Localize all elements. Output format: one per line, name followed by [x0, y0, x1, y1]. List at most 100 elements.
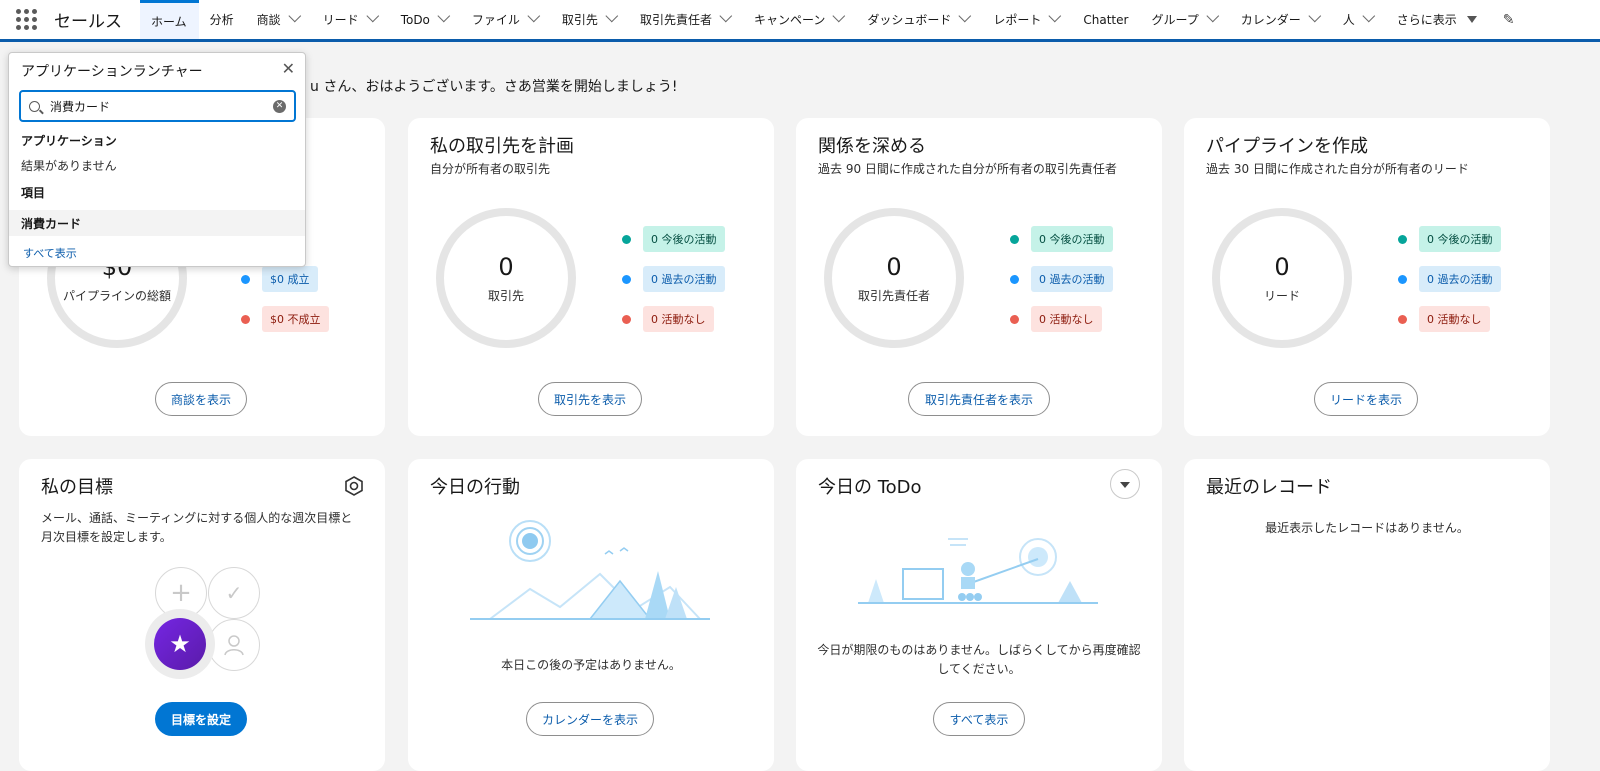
chevron-down-icon[interactable] [719, 9, 733, 23]
todo-card: 今日の ToDo 今日が期限のものはありません。しばらくしてから再度確認してくだ… [796, 459, 1162, 771]
todo-empty-text: 今日が期限のものはありません。しばらくしてから再度確認してください。 [817, 643, 1141, 676]
accounts-count: 0 [498, 252, 514, 281]
legend-dot [1010, 274, 1019, 284]
chevron-down-icon[interactable] [958, 9, 972, 23]
nav-item[interactable]: さらに表示 [1386, 0, 1489, 39]
todo-menu-chevron-down-icon[interactable] [1110, 469, 1140, 499]
goals-description: メール、通話、ミーティングに対する個人的な週次目標と月次目標を設定します。 [41, 511, 353, 544]
goals-card: 私の目標 メール、通話、ミーティングに対する個人的な週次目標と月次目標を設定しま… [19, 459, 385, 771]
accounts-ring: 0 取引先 [436, 208, 576, 348]
recent-empty-text: 最近表示したレコードはありません。 [1265, 521, 1469, 535]
card-title: パイプラインを作成 [1206, 136, 1368, 157]
none-pill: 0 活動なし [643, 306, 714, 332]
nav-item[interactable]: Chatter [1072, 0, 1140, 39]
app-name: セールス [54, 12, 122, 32]
events-card: 今日の行動 本日この後の予定はありません。 カレンダーを表示 [408, 459, 774, 771]
nav-item[interactable]: レポート [982, 0, 1072, 39]
nav-item-label: ファイル [471, 13, 520, 27]
chevron-down-icon[interactable] [288, 9, 301, 23]
global-nav: セールス ホーム 分析 商談 リード ToDo ファイル 取引先 取引先責任者 キャンペーン ダッ… [0, 0, 1600, 42]
show-all-link[interactable]: すべて表示 [23, 245, 77, 261]
nav-item[interactable]: ファイル [461, 0, 551, 39]
chevron-down-icon[interactable] [1308, 9, 1321, 23]
nav-item-label: ダッシュボード [867, 13, 952, 27]
nav-item[interactable]: 分析 [199, 0, 246, 39]
lost-pill: $0 不成立 [262, 306, 329, 332]
clear-search-icon[interactable]: ✕ [273, 100, 286, 113]
launcher-search-box[interactable]: ✕ [19, 90, 296, 122]
upcoming-pill: 0 今後の活動 [1419, 226, 1501, 252]
launcher-result-item[interactable]: 消費カード [9, 210, 305, 236]
card-title: 最近のレコード [1206, 477, 1332, 498]
edit-nav-pencil-icon[interactable]: ✎ [1503, 12, 1515, 28]
accounts-legend: 0 今後の活動 0 過去の活動 0 活動なし [622, 226, 725, 346]
leads-ring: 0 リード [1212, 208, 1352, 348]
nav-item-label: さらに表示 [1396, 13, 1457, 27]
launcher-search-input[interactable] [50, 99, 260, 113]
nav-item[interactable]: 人 [1332, 0, 1386, 39]
recent-records-card: 最近のレコード 最近表示したレコードはありません。 [1184, 459, 1550, 771]
goal-person-icon [208, 619, 260, 671]
view-calendar-button[interactable]: カレンダーを表示 [526, 702, 654, 736]
greeting-text: u さん、おはようございます。さあ営業を開始しましょう! [310, 79, 678, 95]
app-launcher-icon[interactable] [16, 8, 38, 31]
set-goals-button[interactable]: 目標を設定 [155, 702, 247, 736]
contacts-ring-label: 取引先責任者 [857, 288, 930, 303]
apps-heading: アプリケーション [21, 134, 117, 148]
nav-item[interactable]: 取引先責任者 [629, 0, 743, 39]
lounge-illustration [858, 529, 1098, 613]
launcher-title: アプリケーションランチャー [21, 64, 203, 80]
leads-count: 0 [1274, 252, 1290, 281]
chevron-down-icon[interactable] [605, 9, 619, 23]
accounts-ring-label: 取引先 [487, 288, 524, 303]
card-title: 私の取引先を計画 [430, 136, 574, 157]
card-subtitle: 過去 90 日間に作成された自分が所有者の取引先責任者 [818, 162, 1117, 176]
nav-item-label: カレンダー [1240, 13, 1301, 27]
nav-item[interactable]: ホーム [140, 0, 199, 39]
nav-item[interactable]: グループ [1140, 0, 1229, 39]
chevron-down-icon[interactable] [832, 9, 846, 23]
legend-dot [622, 234, 631, 244]
nav-item-label: 商談 [256, 13, 281, 27]
nav-item-label: リード [322, 13, 359, 27]
none-pill: 0 活動なし [1419, 306, 1490, 332]
chevron-down-icon[interactable] [1466, 16, 1477, 23]
items-heading: 項目 [21, 186, 46, 200]
legend-dot [622, 314, 631, 324]
chevron-down-icon[interactable] [366, 9, 379, 23]
card-subtitle: 自分が所有者の取引先 [430, 162, 551, 176]
chevron-down-icon[interactable] [1048, 9, 1062, 23]
nav-item[interactable]: カレンダー [1230, 0, 1332, 39]
view-opportunities-button[interactable]: 商談を表示 [155, 382, 247, 416]
chevron-down-icon[interactable] [1362, 9, 1375, 23]
view-contacts-button[interactable]: 取引先責任者を表示 [908, 382, 1050, 416]
nav-item[interactable]: ToDo [390, 0, 461, 39]
camping-illustration [470, 519, 710, 633]
chevron-down-icon[interactable] [1206, 9, 1219, 23]
won-pill: $0 成立 [262, 266, 318, 292]
nav-item[interactable]: ダッシュボード [856, 0, 982, 39]
nav-item-label: グループ [1151, 13, 1199, 27]
nav-items: ホーム 分析 商談 リード ToDo ファイル 取引先 取引先責任者 キャンペーン ダッシュボード… [140, 0, 1489, 39]
nav-item[interactable]: リード [312, 0, 390, 39]
leads-legend: 0 今後の活動 0 過去の活動 0 活動なし [1398, 226, 1501, 346]
leads-ring-label: リード [1263, 288, 1300, 303]
nav-item[interactable]: 商談 [246, 0, 312, 39]
legend-dot [1398, 234, 1407, 244]
view-all-todo-button[interactable]: すべて表示 [933, 702, 1025, 736]
nav-item[interactable]: 取引先 [551, 0, 629, 39]
card-title: 今日の ToDo [818, 477, 922, 498]
nav-item-label: キャンペーン [753, 13, 826, 27]
card-title: 関係を深める [818, 136, 926, 157]
legend-dot [1010, 314, 1019, 324]
view-accounts-button[interactable]: 取引先を表示 [538, 382, 642, 416]
nav-item-label: ToDo [400, 12, 430, 27]
close-icon[interactable]: ✕ [282, 59, 295, 78]
goal-settings-gear-icon[interactable] [343, 475, 365, 497]
view-leads-button[interactable]: リードを表示 [1314, 382, 1418, 416]
chevron-down-icon[interactable] [437, 9, 451, 23]
nav-item[interactable]: キャンペーン [743, 0, 856, 39]
chevron-down-icon[interactable] [527, 9, 541, 23]
goal-star-icon: ★ [145, 609, 215, 679]
legend-dot [1398, 314, 1407, 324]
